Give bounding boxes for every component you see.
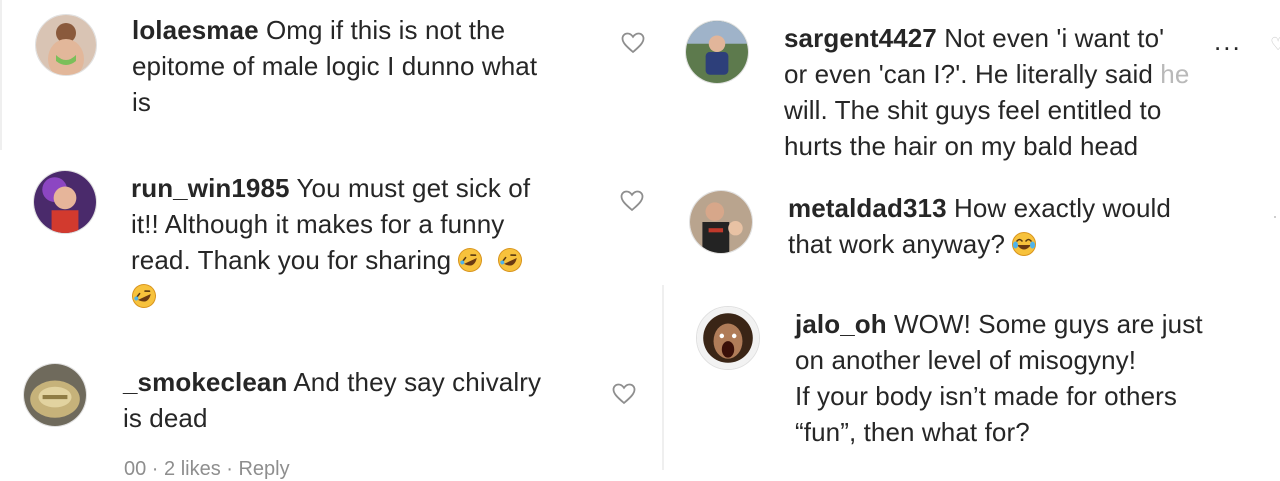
username[interactable]: jalo_oh <box>795 309 887 339</box>
username[interactable]: sargent4427 <box>784 23 937 53</box>
username[interactable]: run_win1985 <box>131 173 290 203</box>
left-edge-divider <box>0 0 2 150</box>
avatar[interactable] <box>23 363 87 427</box>
comment-text: jalo_oh WOW! Some guys are just on anoth… <box>795 309 1203 447</box>
username[interactable]: _smokeclean <box>123 367 287 397</box>
avatar[interactable] <box>35 14 97 76</box>
avatar[interactable] <box>33 170 97 234</box>
comment-text: metaldad313 How exactly would that work … <box>788 193 1171 259</box>
comment-text: _smokeclean And they say chivalry is dea… <box>123 367 542 433</box>
avatar[interactable] <box>696 306 760 370</box>
avatar[interactable] <box>685 20 749 84</box>
username[interactable]: lolaesmae <box>132 15 259 45</box>
rolling-on-floor-laughing-icon <box>131 283 157 309</box>
edge-heart-partial-icon[interactable]: ♡ <box>1270 34 1280 55</box>
more-options-button[interactable]: ... <box>1214 26 1242 57</box>
like-heart-icon[interactable] <box>621 32 645 54</box>
like-heart-icon[interactable] <box>620 190 644 212</box>
face-with-tears-of-joy-icon <box>1011 231 1037 257</box>
like-heart-icon[interactable] <box>612 383 636 405</box>
rolling-on-floor-laughing-icon <box>457 247 483 273</box>
username[interactable]: metaldad313 <box>788 193 947 223</box>
comment-text: sargent4427 Not even 'i want to' or even… <box>784 23 1190 161</box>
comment-text: lolaesmae Omg if this is not the epitome… <box>132 15 538 117</box>
edge-heart-partial-icon[interactable]: · <box>1272 206 1278 227</box>
comment-text: run_win1985 You must get sick of it!! Al… <box>131 170 611 314</box>
column-divider <box>662 285 664 470</box>
avatar[interactable] <box>689 190 753 254</box>
rolling-on-floor-laughing-icon <box>497 247 523 273</box>
